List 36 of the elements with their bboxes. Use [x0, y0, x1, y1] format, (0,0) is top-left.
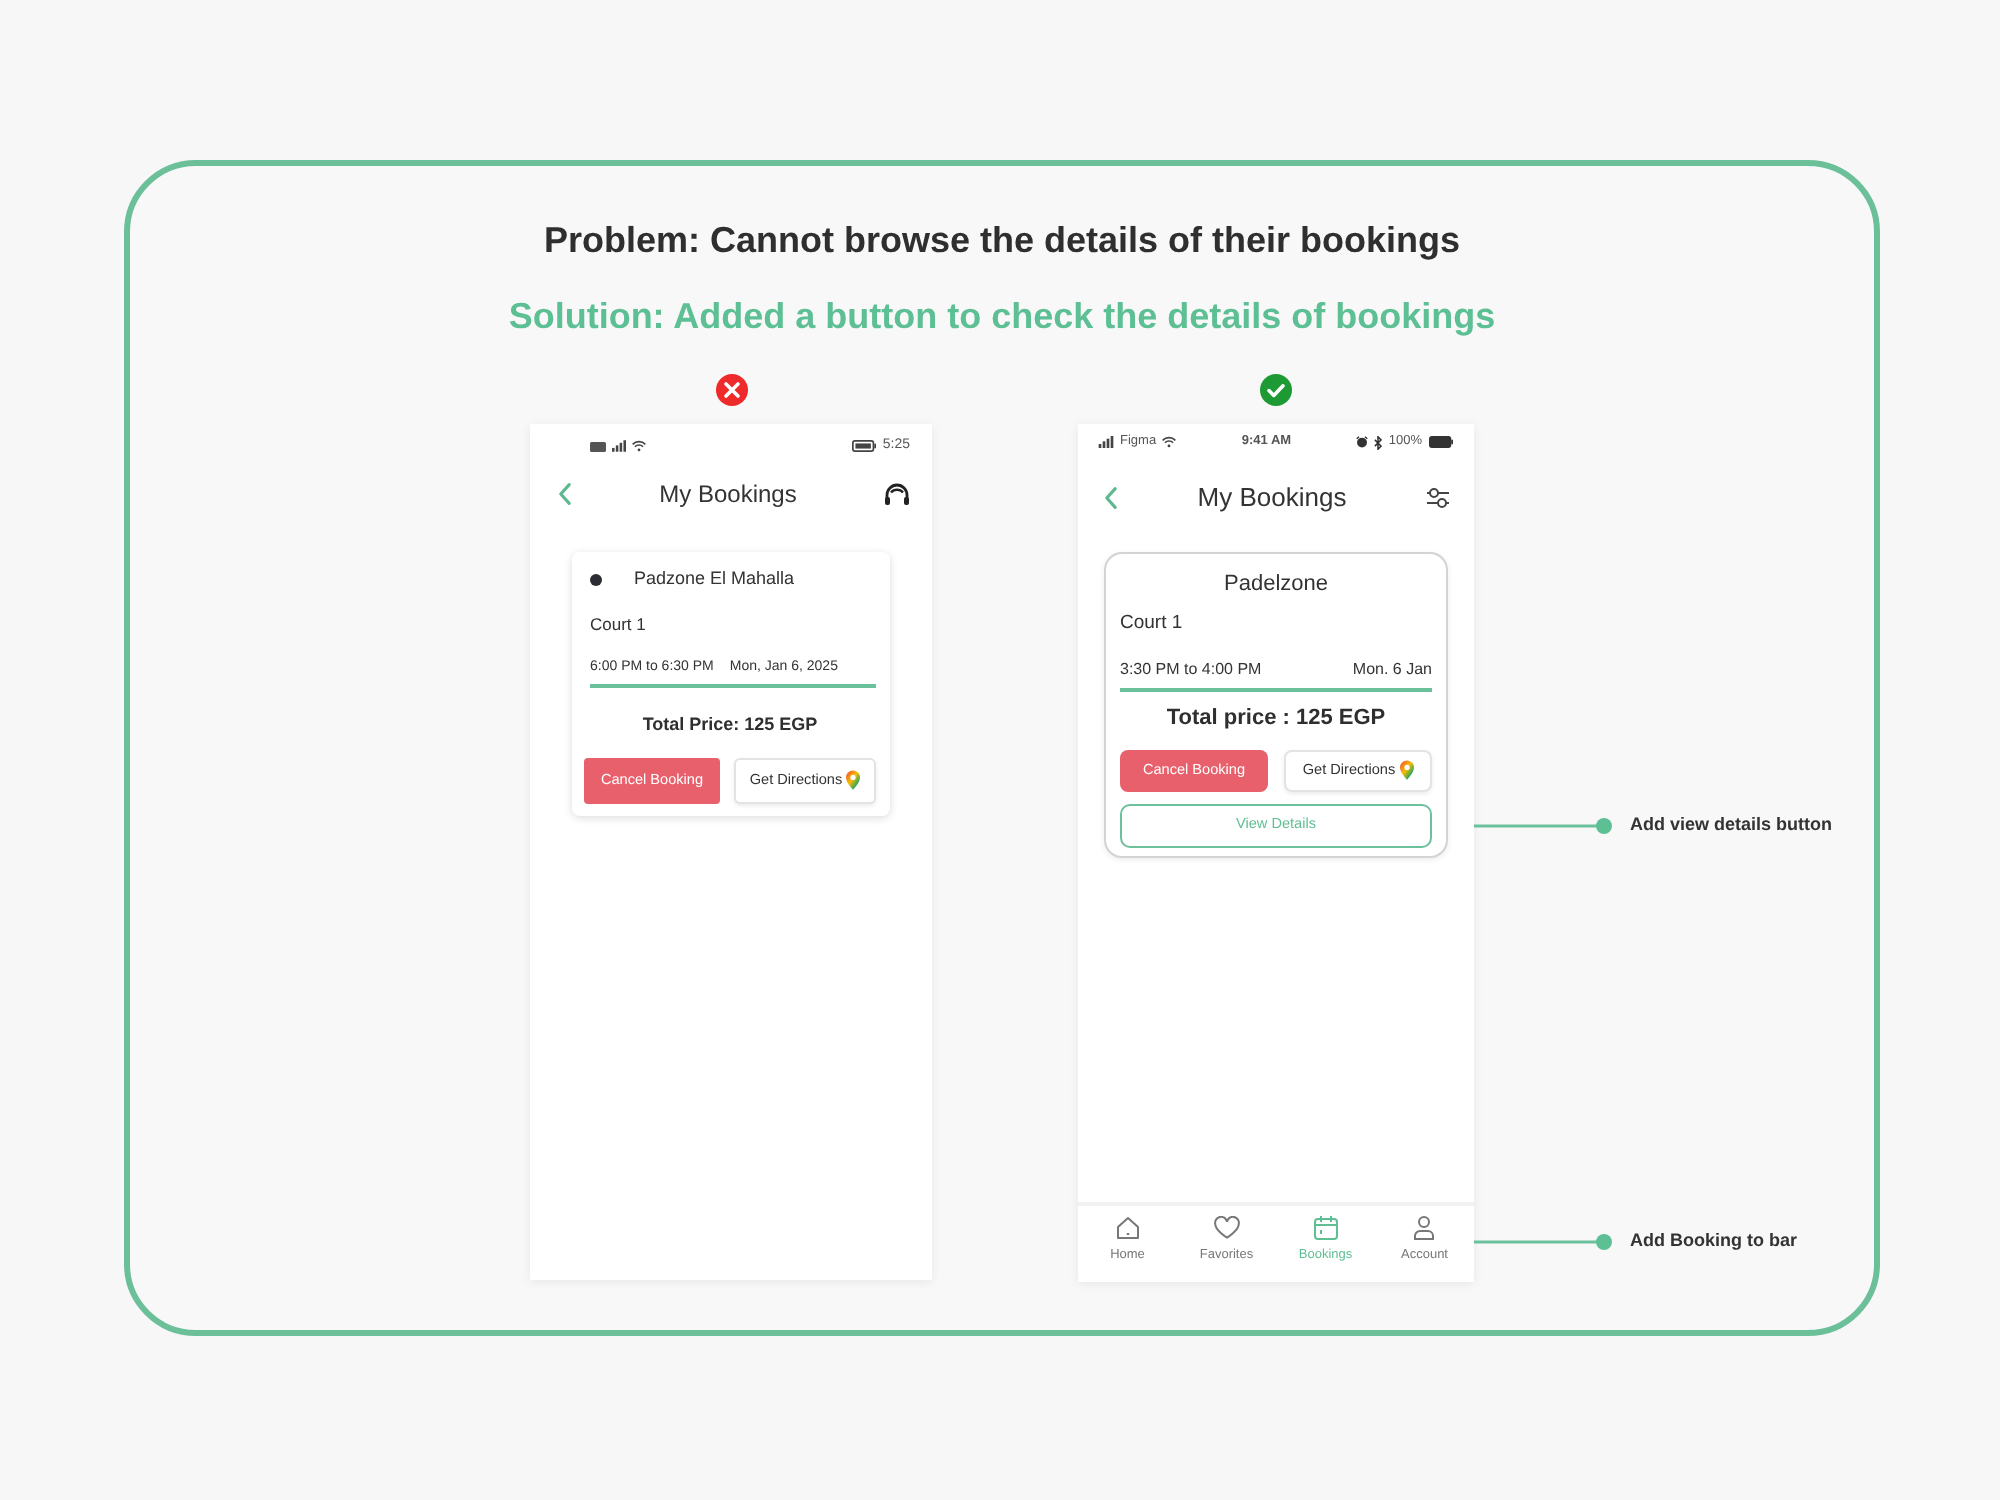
- back-icon: [558, 482, 572, 506]
- venue-name: Padelzone: [1224, 569, 1328, 600]
- battery-icon: [1428, 436, 1454, 448]
- heart-icon: [1213, 1216, 1240, 1240]
- status-icon: [590, 441, 606, 451]
- annotation-text: Add view details button: [1630, 812, 1833, 838]
- solution-heading: Solution: Added a button to check the details of bookings: [506, 294, 1498, 340]
- annotation-text: Add Booking to bar: [1630, 1228, 1797, 1255]
- wifi-icon: [1162, 436, 1177, 448]
- callout-connector: [1474, 1234, 1612, 1250]
- screen-title: My Bookings: [659, 478, 797, 512]
- home-icon: [1115, 1216, 1140, 1240]
- headset-icon[interactable]: [883, 482, 910, 506]
- wifi-icon: [632, 440, 646, 452]
- total-price: Total price : 125 EGP: [1164, 704, 1388, 735]
- calendar-icon: [1313, 1216, 1338, 1240]
- booking-date: Mon. 6 Jan: [1352, 658, 1432, 683]
- callout-connector: [1474, 817, 1612, 834]
- battery-icon: [852, 440, 877, 452]
- problem-heading: Problem: Cannot browse the details of their bookings: [541, 218, 1463, 264]
- total-price: Total Price: 125 EGP: [640, 712, 820, 739]
- map-pin-icon: [846, 770, 861, 791]
- sliders-icon[interactable]: [1425, 486, 1450, 510]
- screen-title: My Bookings: [1197, 480, 1347, 517]
- booking-time: 3:30 PM to 4:00 PM: [1120, 658, 1262, 683]
- signal-icon: [612, 440, 626, 452]
- bullet-icon: [590, 574, 602, 586]
- map-pin-icon: [1399, 760, 1414, 781]
- court-name: Court 1: [1120, 610, 1185, 638]
- venue-name: Padzone El Mahalla: [634, 566, 795, 593]
- back-icon: [1104, 486, 1118, 510]
- person-icon: [1414, 1216, 1435, 1240]
- bluetooth-icon: [1374, 435, 1383, 449]
- court-name: Court 1: [588, 612, 648, 638]
- alarm-icon: [1356, 436, 1369, 448]
- signal-icon: [1098, 436, 1114, 448]
